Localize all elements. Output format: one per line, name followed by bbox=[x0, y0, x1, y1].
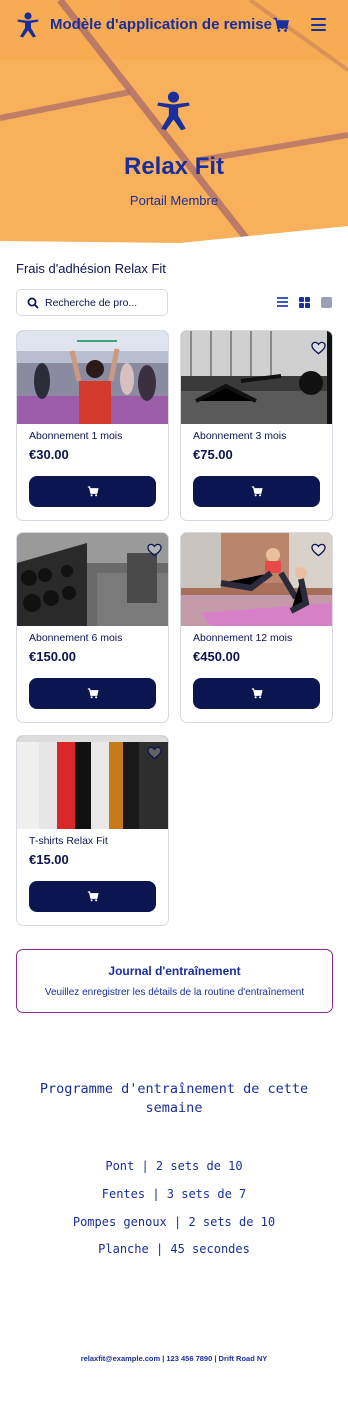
add-to-cart-button[interactable] bbox=[29, 881, 156, 912]
brand-name: Relax Fit bbox=[123, 153, 225, 180]
workout-journal-card[interactable]: Journal d'entraînement Veuillez enregist… bbox=[16, 949, 333, 1013]
section-title: Frais d'adhésion Relax Fit bbox=[16, 261, 166, 276]
cart-icon bbox=[87, 688, 99, 699]
product-card[interactable]: Abonnement 1 mois €30.00 bbox=[16, 330, 169, 521]
product-price: €30.00 bbox=[29, 447, 69, 462]
product-name[interactable]: T-shirts Relax Fit bbox=[29, 835, 108, 847]
add-to-cart-button[interactable] bbox=[193, 476, 320, 507]
product-image-aerobics-class[interactable] bbox=[17, 331, 168, 424]
app-title[interactable]: Modèle d'application de remise ... bbox=[50, 16, 289, 33]
footer-contact: relaxfit@example.com | 123 456 7890 | Dr… bbox=[80, 1354, 268, 1363]
search-input[interactable] bbox=[45, 296, 155, 309]
heart-icon[interactable] bbox=[147, 746, 162, 760]
product-image-tshirts-rack[interactable] bbox=[17, 736, 168, 829]
hero-banner: Modèle d'application de remise ... Relax… bbox=[0, 0, 348, 243]
heart-icon[interactable] bbox=[311, 543, 326, 557]
brand-logo-icon bbox=[157, 91, 190, 131]
product-price: €75.00 bbox=[193, 447, 233, 462]
product-image-dumbbell-rack[interactable] bbox=[17, 533, 168, 626]
person-logo-icon[interactable] bbox=[16, 12, 40, 38]
cart-icon bbox=[87, 486, 99, 497]
program-item: Pont | 2 sets de 10 bbox=[105, 1159, 243, 1173]
product-image-floor-exercise[interactable] bbox=[181, 533, 332, 626]
brand-subtitle: Portail Membre bbox=[129, 193, 219, 208]
product-name[interactable]: Abonnement 1 mois bbox=[29, 430, 122, 442]
add-to-cart-button[interactable] bbox=[193, 678, 320, 709]
menu-icon[interactable] bbox=[311, 18, 326, 31]
program-item: Pompes genoux | 2 sets de 10 bbox=[72, 1215, 276, 1229]
product-name[interactable]: Abonnement 6 mois bbox=[29, 632, 122, 644]
product-price: €15.00 bbox=[29, 852, 69, 867]
product-card[interactable]: Abonnement 12 mois €450.00 bbox=[180, 532, 333, 723]
hero-bottom-edge bbox=[0, 226, 348, 243]
cart-icon bbox=[251, 688, 263, 699]
cart-icon[interactable] bbox=[273, 17, 289, 33]
cart-icon bbox=[251, 486, 263, 497]
product-name[interactable]: Abonnement 12 mois bbox=[193, 632, 292, 644]
product-name[interactable]: Abonnement 3 mois bbox=[193, 430, 286, 442]
single-view-icon[interactable] bbox=[321, 297, 332, 308]
product-card[interactable]: Abonnement 3 mois €75.00 bbox=[180, 330, 333, 521]
cart-icon bbox=[87, 891, 99, 902]
list-view-icon[interactable] bbox=[277, 297, 288, 307]
search-icon bbox=[27, 297, 39, 309]
program-item: Fentes | 3 sets de 7 bbox=[101, 1187, 247, 1201]
journal-title[interactable]: Journal d'entraînement bbox=[17, 964, 332, 978]
product-card[interactable]: Abonnement 6 mois €150.00 bbox=[16, 532, 169, 723]
program-title: Programme d'entraînement de cette semain… bbox=[39, 1081, 309, 1116]
search-box[interactable] bbox=[16, 289, 168, 316]
product-price: €450.00 bbox=[193, 649, 240, 664]
program-item: Planche | 45 secondes bbox=[98, 1242, 250, 1256]
add-to-cart-button[interactable] bbox=[29, 678, 156, 709]
product-card[interactable]: T-shirts Relax Fit €15.00 bbox=[16, 735, 169, 926]
heart-icon[interactable] bbox=[147, 543, 162, 557]
add-to-cart-button[interactable] bbox=[29, 476, 156, 507]
journal-subtitle: Veuillez enregistrer les détails de la r… bbox=[44, 987, 305, 998]
heart-icon[interactable] bbox=[311, 341, 326, 355]
product-image-gym-machines[interactable] bbox=[181, 331, 332, 424]
product-price: €150.00 bbox=[29, 649, 76, 664]
grid-view-icon[interactable] bbox=[299, 297, 310, 308]
